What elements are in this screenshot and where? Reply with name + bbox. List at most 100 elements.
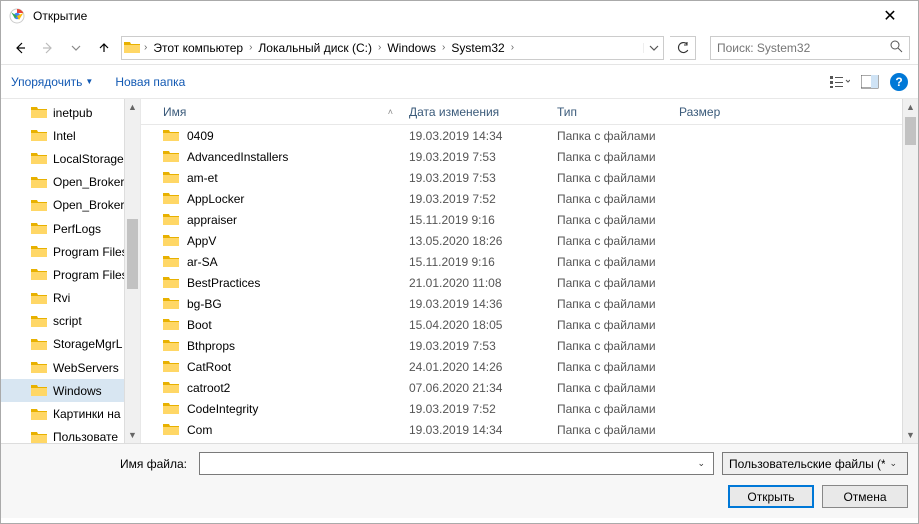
file-row[interactable]: catroot207.06.2020 21:34Папка с файлами <box>155 377 918 398</box>
tree-item[interactable]: StorageMgrL <box>1 333 140 356</box>
column-name[interactable]: Имя˄ <box>155 105 401 119</box>
file-type: Папка с файлами <box>549 150 671 164</box>
tree-item-label: script <box>53 314 82 328</box>
tree-scrollbar[interactable]: ▲ ▼ <box>124 99 140 443</box>
file-row[interactable]: CodeIntegrity19.03.2019 7:52Папка с файл… <box>155 398 918 419</box>
view-options-button[interactable] <box>826 71 854 93</box>
tree-item[interactable]: inetpub <box>1 101 140 124</box>
file-date: 19.03.2019 14:34 <box>401 423 549 437</box>
filename-combo[interactable]: ⌄ <box>199 452 714 475</box>
preview-pane-button[interactable] <box>856 71 884 93</box>
file-type: Папка с файлами <box>549 339 671 353</box>
file-row[interactable]: am-et19.03.2019 7:53Папка с файлами <box>155 167 918 188</box>
help-button[interactable]: ? <box>890 73 908 91</box>
column-type[interactable]: Тип <box>549 105 671 119</box>
chevron-down-icon[interactable]: ⌄ <box>885 458 901 469</box>
file-row[interactable]: BestPractices21.01.2020 11:08Папка с фай… <box>155 272 918 293</box>
scroll-down-icon[interactable]: ▼ <box>125 427 140 443</box>
address-dropdown[interactable] <box>643 43 663 53</box>
close-button[interactable]: ✕ <box>870 6 910 26</box>
file-date: 21.01.2020 11:08 <box>401 276 549 290</box>
new-folder-button[interactable]: Новая папка <box>115 75 185 89</box>
tree-item[interactable]: Intel <box>1 124 140 147</box>
file-row[interactable]: CatRoot24.01.2020 14:26Папка с файлами <box>155 356 918 377</box>
file-name: AppV <box>187 234 216 248</box>
nav-back-button[interactable] <box>9 37 31 59</box>
column-size[interactable]: Размер <box>671 105 751 119</box>
file-name: CodeIntegrity <box>187 402 258 416</box>
breadcrumb-segment[interactable]: Локальный диск (C:) <box>254 37 376 59</box>
tree-item[interactable]: Rvi <box>1 287 140 310</box>
file-row[interactable]: appraiser 15.11.2019 9:16Папка с файлами <box>155 209 918 230</box>
file-row[interactable]: AppV13.05.2020 18:26Папка с файлами <box>155 230 918 251</box>
file-row[interactable]: AdvancedInstallers19.03.2019 7:53Папка с… <box>155 146 918 167</box>
file-name: Boot <box>187 318 212 332</box>
tree-item[interactable]: Open_Broker <box>1 194 140 217</box>
file-type: Папка с файлами <box>549 255 671 269</box>
breadcrumb-segment[interactable]: System32 <box>447 37 508 59</box>
file-date: 15.11.2019 9:16 <box>401 213 549 227</box>
refresh-button[interactable] <box>670 36 696 60</box>
file-type: Папка с файлами <box>549 423 671 437</box>
tree-item[interactable]: WebServers <box>1 356 140 379</box>
folder-icon <box>122 41 142 54</box>
dialog-footer: Имя файла: ⌄ Пользовательские файлы (*.j… <box>1 443 918 518</box>
tree-item[interactable]: Пользовате <box>1 426 140 443</box>
tree-item-label: StorageMgrL <box>53 337 122 351</box>
address-bar[interactable]: › Этот компьютер›Локальный диск (C:)›Win… <box>121 36 664 60</box>
tree-item-label: Open_Broker <box>53 198 124 212</box>
file-name: catroot2 <box>187 381 230 395</box>
column-headers[interactable]: Имя˄ Дата изменения Тип Размер <box>141 99 918 125</box>
tree-item-label: Windows <box>53 384 102 398</box>
tree-item[interactable]: LocalStorage <box>1 147 140 170</box>
file-date: 07.06.2020 21:34 <box>401 381 549 395</box>
breadcrumb-segment[interactable]: Windows <box>383 37 440 59</box>
organize-menu[interactable]: Упорядочить▼ <box>11 75 93 89</box>
chevron-down-icon[interactable]: ⌄ <box>693 458 709 469</box>
open-button[interactable]: Открыть <box>728 485 814 508</box>
scroll-up-icon[interactable]: ▲ <box>125 99 140 115</box>
file-name: 0409 <box>187 129 214 143</box>
list-scrollbar[interactable]: ▲ ▼ <box>902 99 918 443</box>
file-type: Папка с файлами <box>549 213 671 227</box>
scroll-thumb[interactable] <box>127 219 138 289</box>
file-date: 19.03.2019 7:52 <box>401 402 549 416</box>
file-date: 19.03.2019 7:53 <box>401 171 549 185</box>
tree-item[interactable]: Картинки на <box>1 402 140 425</box>
file-row[interactable]: AppLocker19.03.2019 7:52Папка с файлами <box>155 188 918 209</box>
file-type: Папка с файлами <box>549 297 671 311</box>
chevron-right-icon: › <box>376 42 383 53</box>
nav-forward-button[interactable] <box>37 37 59 59</box>
file-name: BestPractices <box>187 276 260 290</box>
tree-item-label: Open_Broker <box>53 175 124 189</box>
file-row[interactable]: 040919.03.2019 14:34Папка с файлами <box>155 125 918 146</box>
column-date[interactable]: Дата изменения <box>401 105 549 119</box>
tree-item[interactable]: Program Files <box>1 263 140 286</box>
file-name: appraiser <box>187 213 237 227</box>
tree-item-label: Program Files <box>53 268 128 282</box>
scroll-thumb[interactable] <box>905 117 916 145</box>
breadcrumb-segment[interactable]: Этот компьютер <box>149 37 247 59</box>
chevron-right-icon: › <box>440 42 447 53</box>
filename-input[interactable] <box>204 457 693 471</box>
nav-up-button[interactable] <box>93 37 115 59</box>
folder-tree[interactable]: inetpubIntelLocalStorage Open_Broker Open_… <box>1 99 141 443</box>
file-row[interactable]: Boot15.04.2020 18:05Папка с файлами <box>155 314 918 335</box>
file-row[interactable]: bg-BG19.03.2019 14:36Папка с файлами <box>155 293 918 314</box>
file-row[interactable]: ar-SA15.11.2019 9:16Папка с файлами <box>155 251 918 272</box>
tree-item[interactable]: Program Files <box>1 240 140 263</box>
search-input[interactable] <box>717 41 890 55</box>
file-date: 24.01.2020 14:26 <box>401 360 549 374</box>
nav-recent-dropdown[interactable] <box>65 37 87 59</box>
tree-item[interactable]: Open_Broker <box>1 171 140 194</box>
tree-item[interactable]: Windows <box>1 379 140 402</box>
cancel-button[interactable]: Отмена <box>822 485 908 508</box>
scroll-up-icon[interactable]: ▲ <box>903 99 918 115</box>
tree-item[interactable]: script <box>1 310 140 333</box>
search-box[interactable] <box>710 36 910 60</box>
scroll-down-icon[interactable]: ▼ <box>903 427 918 443</box>
file-row[interactable]: Com19.03.2019 14:34Папка с файлами <box>155 419 918 440</box>
tree-item[interactable]: PerfLogs <box>1 217 140 240</box>
file-type-filter[interactable]: Пользовательские файлы (*.jp ⌄ <box>722 452 908 475</box>
file-row[interactable]: Bthprops19.03.2019 7:53Папка с файлами <box>155 335 918 356</box>
